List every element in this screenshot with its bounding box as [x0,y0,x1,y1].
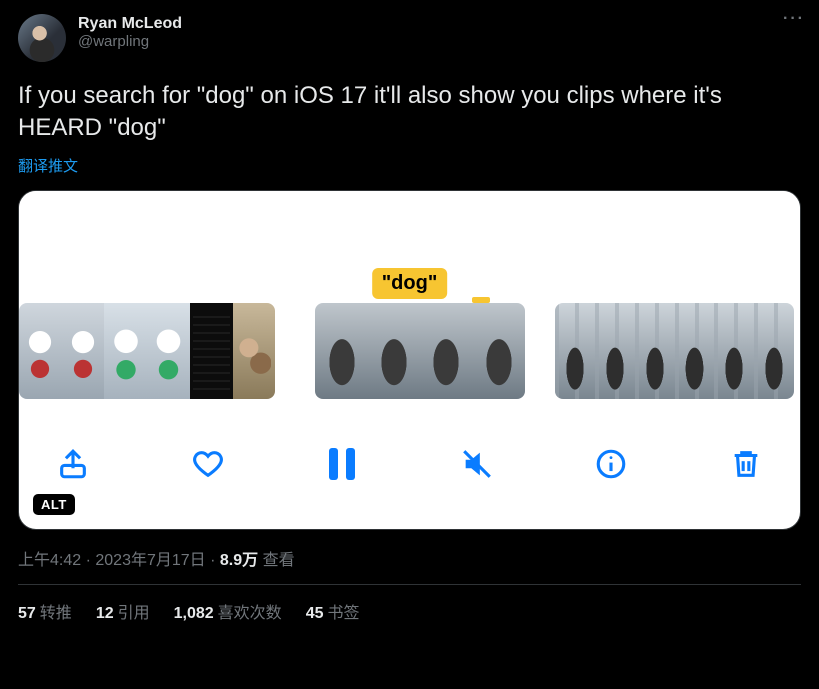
clip-frame [233,303,276,399]
clip-frame [62,303,105,399]
tweet-meta: 上午4:42 · 2023年7月17日 · 8.9万 查看 [18,546,801,570]
mute-icon[interactable] [457,444,497,484]
user-handle: @warpling [78,33,182,51]
view-label: 查看 [258,552,294,569]
view-count: 8.9万 [220,552,258,569]
timeline-clip[interactable] [315,303,525,399]
retweets-stat[interactable]: 57转推 [18,599,72,623]
divider [18,584,801,585]
engagement-stats: 57转推 12引用 1,082喜欢次数 45书签 [18,599,801,623]
tweet-time[interactable]: 上午4:42 [18,552,81,569]
avatar[interactable] [18,14,66,62]
media-preview-top: "dog" [19,191,800,303]
bookmarks-stat[interactable]: 45书签 [306,599,360,623]
translate-link[interactable]: 翻译推文 [18,155,801,176]
timeline-clip[interactable] [555,303,794,399]
clip-frame [714,303,754,399]
display-name: Ryan McLeod [78,14,182,33]
clip-frame [368,303,420,399]
tweet-container: ··· Ryan McLeod @warpling If you search … [0,0,819,637]
clip-frame [675,303,715,399]
more-options-button[interactable]: ··· [783,10,805,28]
author-block[interactable]: Ryan McLeod @warpling [78,14,182,51]
share-icon[interactable] [53,444,93,484]
media-toolbar [19,399,800,529]
clip-frame [190,303,233,399]
search-token-label: "dog" [372,268,448,299]
timeline-clip[interactable] [19,303,275,399]
clip-frame [420,303,472,399]
alt-badge[interactable]: ALT [33,494,75,515]
clip-frame [555,303,595,399]
clip-frame [315,303,367,399]
clip-frame [754,303,794,399]
clip-frame [635,303,675,399]
quotes-stat[interactable]: 12引用 [96,599,150,623]
tweet-header: Ryan McLeod @warpling [18,14,801,62]
clip-frame [473,303,525,399]
clip-frame [147,303,190,399]
clip-frame [19,303,62,399]
tweet-date[interactable]: 2023年7月17日 [95,552,205,569]
pause-icon[interactable] [322,444,362,484]
video-timeline[interactable] [19,303,800,399]
clip-frame [104,303,147,399]
heart-icon[interactable] [188,444,228,484]
tweet-text: If you search for "dog" on iOS 17 it'll … [18,80,801,145]
media-attachment[interactable]: "dog" [18,190,801,530]
likes-stat[interactable]: 1,082喜欢次数 [174,599,282,623]
trash-icon[interactable] [726,444,766,484]
clip-frame [595,303,635,399]
info-icon[interactable] [591,444,631,484]
